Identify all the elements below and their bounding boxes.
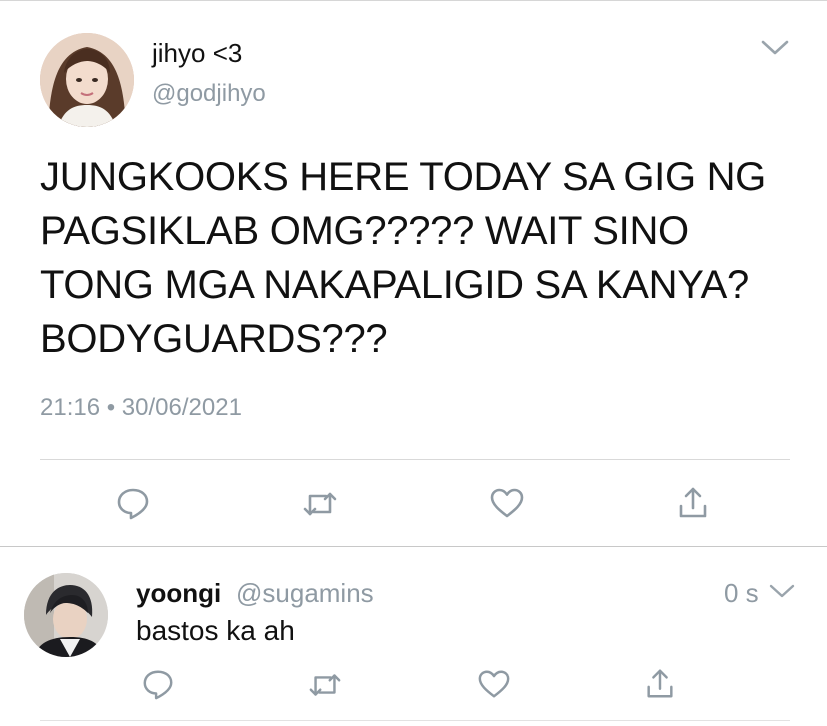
- like-icon: [478, 670, 510, 698]
- tweet-text-line: PAGSIKLAB OMG????? WAIT SINO: [40, 209, 689, 253]
- display-name[interactable]: yoongi: [136, 578, 221, 609]
- tweet-text-line: BODYGUARDS???: [40, 317, 388, 361]
- avatar-image: [40, 33, 134, 127]
- user-handle[interactable]: @godjihyo: [152, 80, 266, 108]
- user-handle[interactable]: @sugamins: [236, 578, 374, 609]
- share-button[interactable]: [640, 664, 680, 704]
- retweet-icon: [309, 674, 341, 696]
- reply-button[interactable]: [113, 483, 153, 523]
- share-icon: [679, 487, 707, 518]
- tweet-text-line: JUNGKOOKS HERE TODAY SA GIG NG: [40, 155, 767, 199]
- reply-button[interactable]: [138, 664, 178, 704]
- retweet-button[interactable]: [305, 665, 345, 705]
- retweet-icon: [303, 492, 337, 516]
- like-icon: [490, 488, 524, 518]
- like-button[interactable]: [487, 483, 527, 523]
- display-name[interactable]: jihyo <3: [152, 38, 242, 69]
- top-border: [0, 0, 827, 1]
- tweet-text-line: TONG MGA NAKAPALIGID SA KANYA?: [40, 263, 750, 307]
- retweet-button[interactable]: [300, 484, 340, 524]
- reply-timestamp: 0 s: [724, 578, 759, 608]
- reply-text: bastos ka ah: [136, 615, 295, 646]
- avatar[interactable]: [24, 573, 108, 657]
- avatar[interactable]: [40, 33, 134, 127]
- divider: [0, 546, 827, 547]
- reply-icon: [143, 670, 173, 700]
- share-icon: [647, 669, 673, 698]
- divider: [40, 459, 790, 460]
- like-button[interactable]: [474, 664, 514, 704]
- tweet-timestamp: 21:16 • 30/06/2021: [40, 394, 242, 421]
- chevron-down-icon[interactable]: [760, 38, 790, 58]
- chevron-down-icon[interactable]: [768, 582, 796, 600]
- tweet-text: JUNGKOOKS HERE TODAY SA GIG NG PAGSIKLAB…: [40, 150, 810, 366]
- reply-icon: [117, 488, 149, 520]
- divider: [40, 720, 790, 721]
- share-button[interactable]: [673, 483, 713, 523]
- avatar-image: [24, 573, 108, 657]
